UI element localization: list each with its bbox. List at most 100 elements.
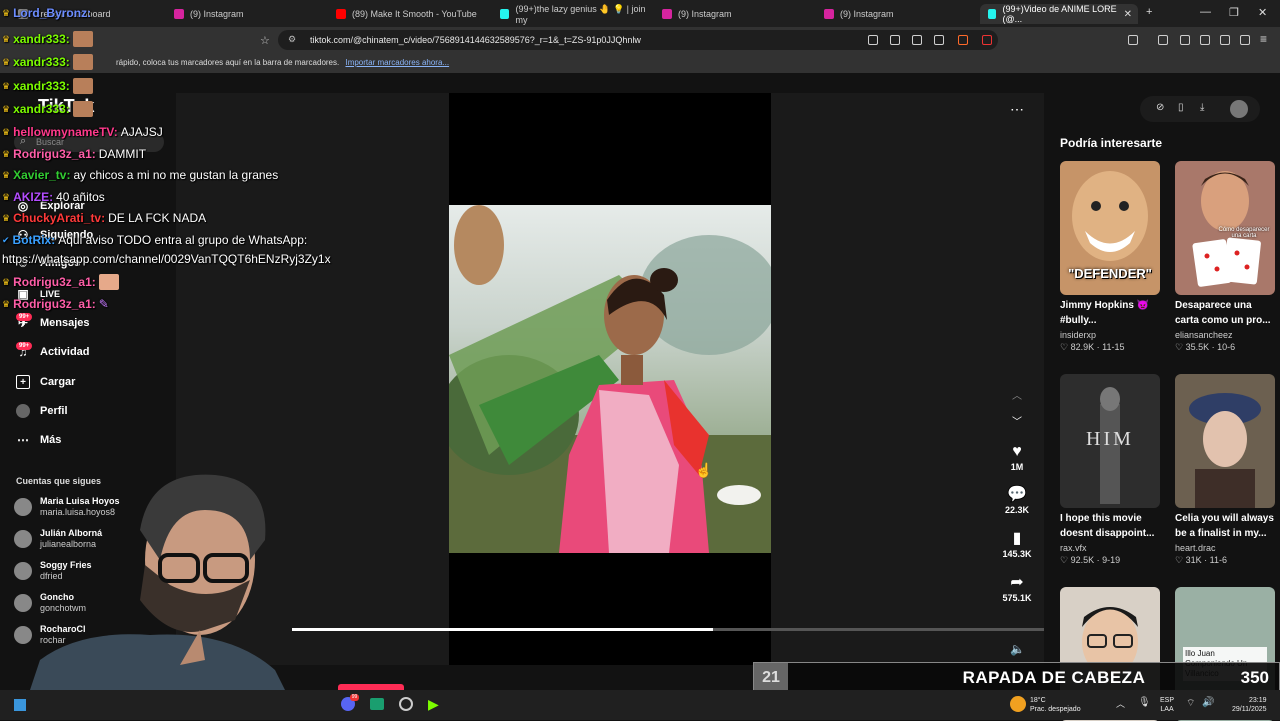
video-likes: 82.9K	[1070, 342, 1095, 352]
thumbnail-caption: "DEFENDER"	[1068, 266, 1152, 281]
crown-icon: ♛	[2, 103, 11, 114]
video-player[interactable]	[449, 205, 771, 553]
app-icon[interactable]	[370, 698, 384, 710]
microphone-icon[interactable]: 🎙	[1138, 697, 1151, 708]
brave-icon[interactable]	[958, 35, 968, 45]
recommended-video[interactable]: Cómo desaparecer una carta Desaparece un…	[1175, 161, 1275, 353]
chat-username: Xavier_tv:	[13, 168, 71, 182]
reader-icon[interactable]	[1180, 35, 1190, 45]
device-icon[interactable]: ▯	[1178, 102, 1184, 113]
bookmark-icon: ▮	[1012, 530, 1022, 547]
chat-message: ♛ ChuckyArati_tv: DE LA FCK NADA	[2, 211, 206, 225]
nav-cargar[interactable]: + Cargar	[16, 375, 75, 389]
chat-text: DE LA FCK NADA	[108, 211, 207, 225]
video-thumbnail: "DEFENDER"	[1060, 161, 1160, 295]
browser-tab[interactable]: (89) Make It Smooth - YouTube	[328, 4, 488, 24]
browser-tab[interactable]: (9) Instagram	[816, 4, 966, 24]
browser-tab[interactable]: (9) Instagram	[166, 4, 316, 24]
chat-username: ChuckyArati_tv:	[13, 211, 106, 225]
profile-avatar[interactable]	[1230, 100, 1248, 118]
recommended-video[interactable]: "DEFENDER" Jimmy Hopkins 👿 #bully... ins…	[1060, 161, 1160, 353]
close-tab-icon[interactable]: ✕	[1124, 9, 1132, 20]
ai-icon[interactable]	[1220, 35, 1230, 45]
video-title: Desaparece una carta como un pro...	[1175, 300, 1271, 326]
wifi-icon[interactable]: ⌔	[1186, 697, 1195, 710]
share-count: 575.1K	[1002, 593, 1032, 603]
nav-perfil[interactable]: Perfil	[16, 404, 68, 418]
bookmark-icon[interactable]: ☆	[260, 34, 270, 47]
video-stats: ♡ 35.5K · 10-6	[1175, 342, 1236, 352]
weather-desc: Prac. despejado	[1030, 706, 1081, 713]
language-indicator[interactable]: ESP LAA	[1160, 696, 1174, 714]
browser-tab-active[interactable]: (99+)Video de ANIME LORE (@... ✕	[980, 4, 1138, 24]
region-code: LAA	[1160, 706, 1174, 713]
vpn-icon[interactable]	[1240, 35, 1250, 45]
more-options-icon[interactable]: ⋯	[1010, 101, 1024, 118]
close-window-button[interactable]: ✕	[1258, 6, 1267, 19]
site-info-icon[interactable]: ⚙	[288, 34, 296, 45]
cursor-hand-icon: ☝	[695, 462, 713, 478]
like-button[interactable]: ♥ 1M	[997, 442, 1037, 472]
browser-tab[interactable]: (99+)the lazy genius 🤚 💡 | join my	[492, 4, 652, 25]
volume-icon[interactable]: 🔈	[1010, 642, 1025, 656]
crown-icon: ♛	[2, 33, 11, 44]
chat-username: xandr333:	[13, 102, 70, 116]
translate-icon[interactable]	[912, 35, 922, 45]
wallet-icon[interactable]	[1200, 35, 1210, 45]
windows-taskbar: 99 ▶ 18°C Prac. despejado ︿ 🎙 ESP LAA ⌔ …	[0, 684, 1280, 720]
extension-icon[interactable]	[890, 35, 900, 45]
crown-icon: ♛	[2, 126, 11, 137]
bookmarks-bar: rápido, coloca tus marcadores aquí en la…	[0, 53, 1280, 73]
browser-tab-bar: Creator Dashboard (9) Instagram (89) Mak…	[0, 0, 1280, 27]
instagram-icon	[662, 9, 672, 19]
video-image	[449, 205, 771, 553]
video-likes: 31K	[1185, 555, 1202, 565]
goal-number: 21	[754, 663, 788, 692]
video-date: 11-6	[1209, 555, 1227, 565]
emote-icon: ✎	[98, 297, 109, 311]
menu-icon[interactable]: ≡	[1260, 32, 1267, 46]
download-icon[interactable]: ⤓	[1200, 102, 1204, 113]
crown-icon: ♛	[2, 80, 11, 91]
heart-icon: ♡	[1175, 555, 1184, 565]
music-icon[interactable]	[1158, 35, 1168, 45]
emote-icon	[72, 101, 93, 117]
tray-expand-icon[interactable]: ︿	[1116, 697, 1125, 710]
extension-icon[interactable]	[868, 35, 878, 45]
share-icon[interactable]	[934, 35, 944, 45]
rewards-icon[interactable]	[982, 35, 992, 45]
new-tab-button[interactable]: +	[1146, 6, 1152, 18]
coin-icon[interactable]: ⊘	[1156, 102, 1164, 113]
next-video-icon[interactable]: ﹀	[1012, 413, 1022, 428]
video-progress-bar[interactable]	[292, 628, 1044, 631]
sidebar-toggle-icon[interactable]	[1128, 35, 1138, 45]
comment-count: 22.3K	[1004, 505, 1030, 515]
recommended-video[interactable]: HIM I hope this movie doesnt disappoint.…	[1060, 374, 1160, 566]
import-bookmarks-link[interactable]: Importar marcadores ahora...	[345, 58, 449, 67]
obs-icon[interactable]	[399, 697, 413, 711]
maximize-button[interactable]: ❐	[1229, 6, 1239, 19]
taskbar-highlight	[338, 684, 404, 690]
play-icon[interactable]: ▶	[428, 696, 439, 713]
speaker-icon[interactable]: 🔊	[1202, 697, 1214, 708]
video-likes: 35.5K	[1185, 342, 1210, 352]
chat-message: ♛ xandr333:	[2, 31, 93, 47]
emote-icon	[72, 78, 93, 94]
previous-video-icon[interactable]: ︿	[1012, 387, 1022, 402]
recommended-video[interactable]: Celia you will always be a finalist in m…	[1175, 374, 1275, 566]
nav-mas[interactable]: ⋯ Más	[16, 433, 61, 447]
crown-icon: ♛	[2, 7, 11, 18]
windows-start-icon[interactable]	[14, 699, 26, 711]
weather-widget[interactable]: 18°C Prac. despejado	[1030, 696, 1081, 714]
share-button[interactable]: ➦ 575.1K	[997, 573, 1037, 603]
clock[interactable]: 23:19 29/11/2025	[1232, 696, 1267, 714]
browser-tab[interactable]: (9) Instagram	[654, 4, 804, 24]
comment-button[interactable]: 💬 22.3K	[997, 485, 1037, 515]
crown-icon: ♛	[2, 191, 11, 202]
weather-icon[interactable]	[1010, 696, 1026, 712]
thumbnail-art	[1189, 393, 1261, 508]
video-stats: ♡ 92.5K · 9-19	[1060, 555, 1121, 565]
emote-icon	[72, 31, 93, 47]
save-button[interactable]: ▮ 145.3K	[997, 529, 1037, 559]
minimize-button[interactable]: —	[1200, 6, 1211, 18]
